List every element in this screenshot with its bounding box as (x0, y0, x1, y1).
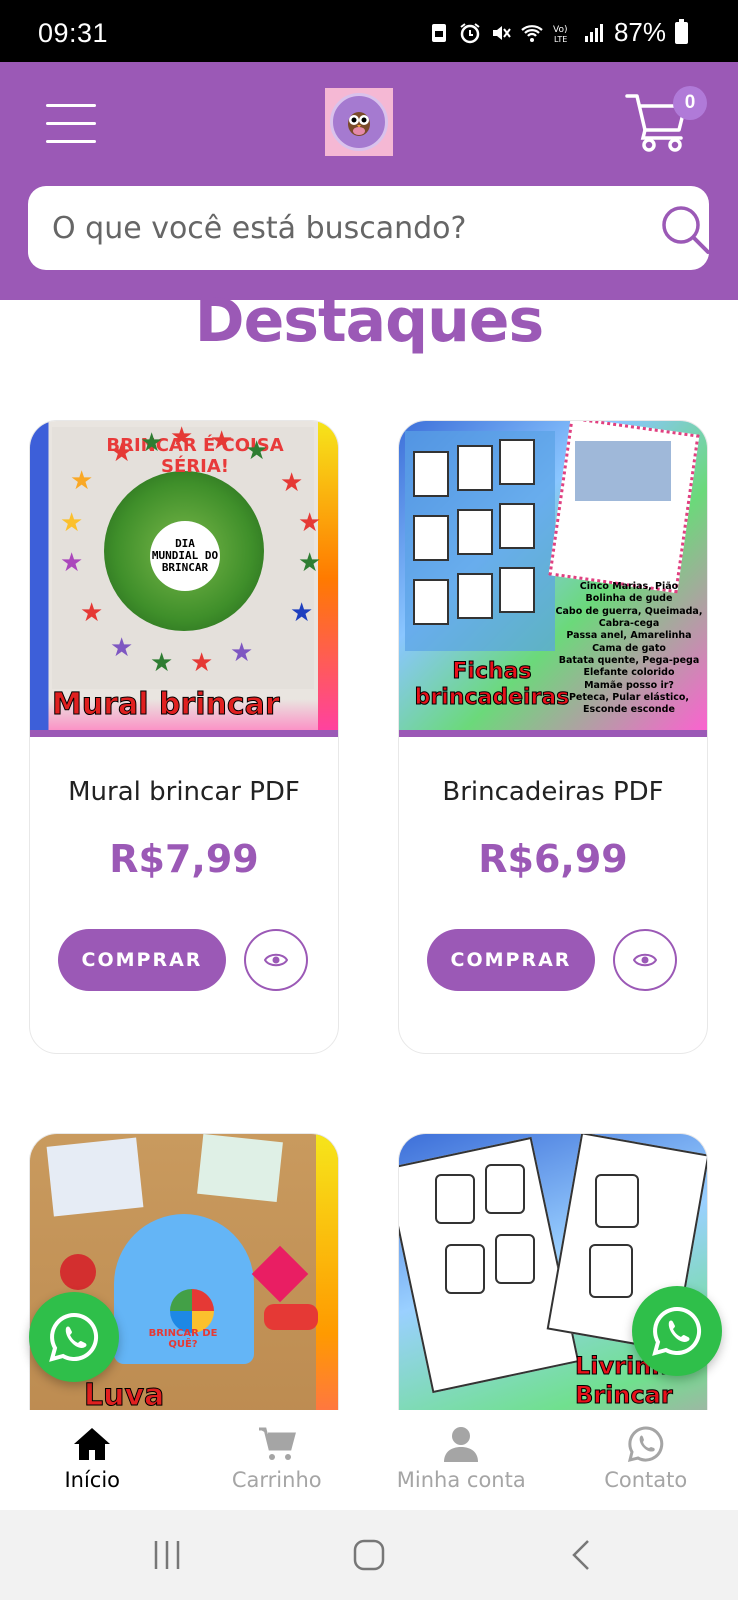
view-product-button[interactable] (613, 929, 677, 991)
whatsapp-icon (652, 1306, 702, 1356)
svg-text:★: ★ (298, 547, 321, 577)
svg-text:★: ★ (70, 465, 93, 495)
status-time: 09:31 (38, 18, 109, 48)
image-sub-label: BRINCAR DE QUÊ? (148, 1328, 218, 1350)
search-box (28, 186, 712, 270)
product-title[interactable]: Mural brincar PDF (30, 777, 338, 807)
svg-text:★: ★ (60, 507, 83, 537)
product-price: R$6,99 (478, 837, 628, 881)
nav-item-home[interactable]: Início (0, 1410, 185, 1510)
bottom-nav: Início Carrinho Minha conta Contato (0, 1410, 738, 1510)
view-product-button[interactable] (244, 929, 308, 991)
whatsapp-icon (627, 1426, 663, 1463)
product-title[interactable]: Brincadeiras PDF (399, 777, 707, 807)
eye-icon (264, 953, 288, 967)
search-icon[interactable] (660, 204, 712, 256)
user-icon (444, 1427, 479, 1462)
whatsapp-icon (49, 1312, 99, 1362)
home-icon (74, 1428, 111, 1460)
whatsapp-float-button[interactable] (29, 1292, 119, 1382)
nav-item-account[interactable]: Minha conta (369, 1410, 554, 1510)
mute-icon (492, 25, 511, 40)
svg-text:★: ★ (140, 427, 163, 457)
cart-count-badge: 0 (673, 86, 707, 120)
svg-text:★: ★ (190, 647, 213, 677)
section-title: Destaques (194, 286, 544, 356)
search-input[interactable] (52, 206, 612, 250)
home-button-icon[interactable] (352, 1538, 386, 1572)
back-icon[interactable] (566, 1538, 600, 1572)
svg-text:★: ★ (60, 547, 83, 577)
svg-text:Vo): Vo) (553, 25, 567, 35)
wifi-icon (521, 24, 543, 42)
svg-text:★: ★ (210, 425, 233, 455)
hamburger-menu-icon[interactable] (46, 104, 96, 144)
product-card: Cinco Marias, Pião Bolinha de gude Cabo … (398, 420, 708, 1054)
nav-label: Início (64, 1468, 121, 1492)
signal-icon (584, 23, 603, 42)
product-price: R$7,99 (109, 837, 259, 881)
product-card: DIA MUNDIAL DO BRINCAR BRINCAR É COISA S… (29, 420, 339, 1054)
app-header: 0 (0, 62, 738, 300)
nav-label: Contato (604, 1468, 688, 1492)
buy-button[interactable]: COMPRAR (58, 929, 226, 991)
battery-icon (675, 18, 688, 44)
nav-label: Minha conta (396, 1468, 526, 1492)
alarm-icon (460, 22, 480, 43)
save-icon (431, 23, 446, 42)
recent-apps-icon[interactable] (150, 1538, 184, 1572)
product-image[interactable]: DIA MUNDIAL DO BRINCAR BRINCAR É COISA S… (30, 421, 338, 737)
svg-text:★: ★ (170, 421, 193, 451)
owl-logo-icon (330, 93, 388, 151)
status-bar: 09:31 Vo) LTE 87% (0, 0, 738, 62)
svg-text:★: ★ (110, 632, 133, 662)
svg-text:LTE: LTE (554, 35, 567, 44)
logo[interactable] (325, 88, 393, 156)
image-caption: Mural brincar (52, 687, 281, 723)
battery-percent: 87% (613, 17, 666, 47)
volte-icon: Vo)LTE (553, 25, 567, 44)
svg-text:★: ★ (230, 637, 253, 667)
nav-item-cart[interactable]: Carrinho (185, 1410, 370, 1510)
svg-text:★: ★ (280, 467, 303, 497)
eye-icon (633, 953, 657, 967)
svg-text:★: ★ (150, 647, 173, 677)
svg-text:★: ★ (298, 507, 321, 537)
svg-text:★: ★ (290, 597, 313, 627)
image-caption: Luva (83, 1378, 165, 1414)
status-icons: Vo) LTE 87% (428, 17, 688, 48)
svg-text:★: ★ (110, 437, 133, 467)
buy-button[interactable]: COMPRAR (427, 929, 595, 991)
system-nav-bar (0, 1510, 738, 1600)
nav-item-contact[interactable]: Contato (554, 1410, 738, 1510)
svg-text:★: ★ (245, 435, 268, 465)
cart-icon (258, 1427, 296, 1460)
whatsapp-float-button[interactable] (632, 1286, 722, 1376)
stars-decoration: ★ ★ ★ ★ ★★ ★★★ ★★★ ★★ ★ ★ ★ (60, 421, 321, 677)
image-caption: Fichas brincadeiras (414, 659, 570, 711)
product-image[interactable]: Cinco Marias, Pião Bolinha de gude Cabo … (399, 421, 707, 737)
svg-text:★: ★ (80, 597, 103, 627)
nav-label: Carrinho (231, 1468, 322, 1492)
